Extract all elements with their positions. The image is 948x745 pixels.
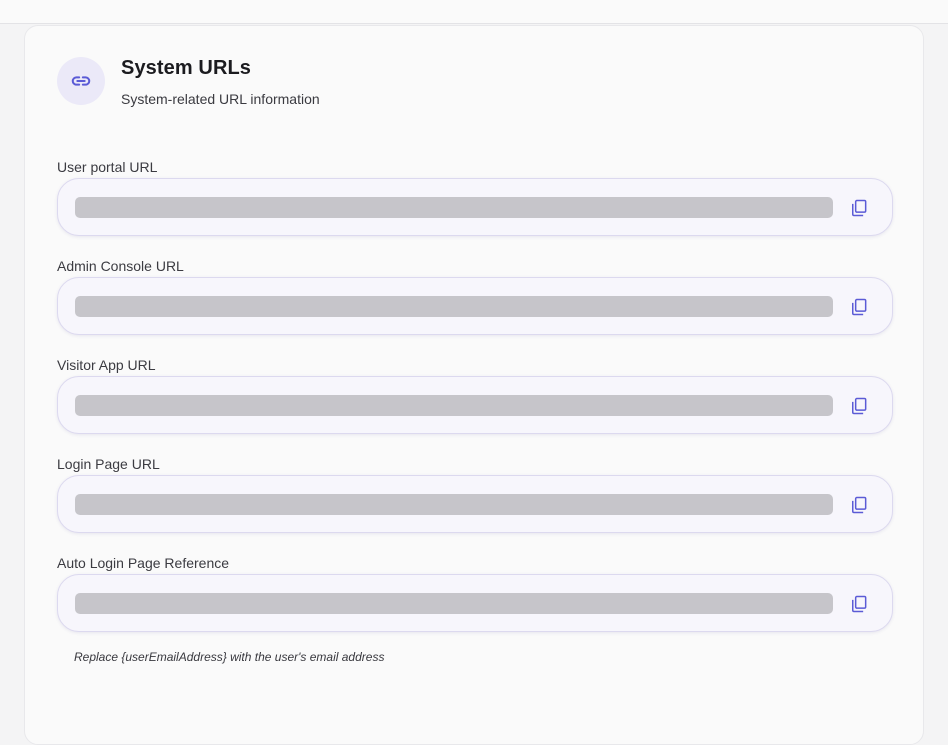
redacted-url-value xyxy=(75,593,833,614)
field-label: Auto Login Page Reference xyxy=(57,555,230,571)
copy-icon xyxy=(852,496,867,514)
url-box[interactable] xyxy=(57,574,893,632)
redacted-url-value xyxy=(75,197,833,218)
copy-icon xyxy=(852,397,867,415)
redacted-url-value xyxy=(75,395,833,416)
field-label: Visitor App URL xyxy=(57,357,156,373)
copy-icon xyxy=(852,595,867,613)
field-label: Login Page URL xyxy=(57,456,160,472)
helper-note: Replace {userEmailAddress} with the user… xyxy=(74,650,385,664)
field-label: Admin Console URL xyxy=(57,258,184,274)
redacted-url-value xyxy=(75,494,833,515)
url-box[interactable] xyxy=(57,475,893,533)
link-icon xyxy=(57,57,105,105)
copy-icon xyxy=(852,199,867,217)
top-bar xyxy=(0,0,948,24)
redacted-url-value xyxy=(75,296,833,317)
copy-button[interactable] xyxy=(847,394,871,418)
page-title: System URLs xyxy=(121,57,252,79)
copy-button[interactable] xyxy=(847,295,871,319)
url-box[interactable] xyxy=(57,376,893,434)
copy-button[interactable] xyxy=(847,196,871,220)
copy-button[interactable] xyxy=(847,493,871,517)
field-label: User portal URL xyxy=(57,159,158,175)
page-subtitle: System-related URL information xyxy=(121,91,320,107)
url-box[interactable] xyxy=(57,178,893,236)
url-box[interactable] xyxy=(57,277,893,335)
copy-button[interactable] xyxy=(847,592,871,616)
copy-icon xyxy=(852,298,867,316)
system-urls-card: System URLs System-related URL informati… xyxy=(24,25,924,745)
